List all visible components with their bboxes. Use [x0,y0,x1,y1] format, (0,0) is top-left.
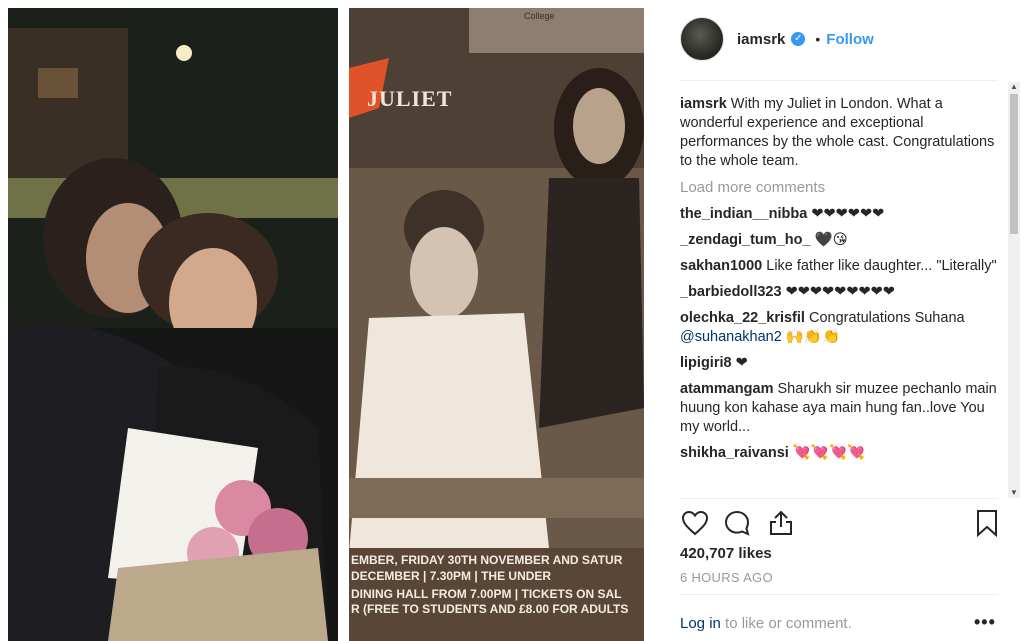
comments-list: iamsrk With my Juliet in London. What a … [680,95,1004,498]
caption-username[interactable]: iamsrk [680,96,727,112]
post-timestamp: 6 HOURS AGO [680,570,773,585]
comment-button[interactable] [722,508,752,538]
comment-username[interactable]: _barbiedoll323 [680,284,782,300]
list-item: olechka_22_krisfil Congratulations Suhan… [680,309,1004,347]
poster-line-2: DECEMBER | 7.30PM | THE UNDER [351,569,552,583]
comment-username[interactable]: atammangam [680,381,773,397]
list-item: lipigiri8 ❤ [680,354,1004,373]
comment-username[interactable]: lipigiri8 [680,355,732,371]
poster-brand: JULIET [367,86,453,111]
header-username[interactable]: iamsrk [737,31,785,48]
verified-icon: ✓ [791,32,806,46]
list-item: the_indian__nibba ❤❤❤❤❤❤ [680,205,1004,224]
bookmark-icon [977,510,997,537]
caption: iamsrk With my Juliet in London. What a … [680,95,1004,171]
comment-text: 🖤😘 [814,232,848,248]
post-photo[interactable]: JULIET College EMBER, FRIDAY 30TH NOVEMB… [0,0,660,641]
like-button[interactable] [680,508,710,538]
separator-dot: • [815,31,821,47]
photo-right-panel: JULIET College EMBER, FRIDAY 30TH NOVEMB… [349,8,644,641]
photo-left-panel [8,8,338,641]
poster-line-3: DINING HALL FROM 7.00PM | TICKETS ON SAL [351,587,622,601]
scroll-up-icon[interactable]: ▲ [1008,82,1020,92]
list-item: atammangam Sharukh sir muzee pechanlo ma… [680,380,1004,437]
comment-username[interactable]: shikha_raivansi [680,445,789,461]
poster-line-4: R (FREE TO STUDENTS AND £8.00 FOR ADULTS [351,602,629,616]
comments-scrollbar[interactable]: ▲ ▼ [1008,82,1020,498]
comment-text: 💘💘💘💘 [792,445,866,461]
login-link[interactable]: Log in [680,615,721,632]
comment-text: ❤ [735,355,748,371]
login-prompt-text: to like or comment. [720,615,852,632]
poster-line-1: EMBER, FRIDAY 30TH NOVEMBER AND SATUR [351,553,623,567]
caption-text: With my Juliet in London. What a wonderf… [680,96,995,169]
post-sidebar: iamsrk ✓ • Follow iamsrk With my Juliet … [660,0,1020,641]
more-icon[interactable]: ••• [974,612,996,633]
divider [680,498,998,499]
comment-mention-link[interactable]: @suhanakhan2 [680,329,782,345]
comment-text: Like father like daughter... "Literally" [766,258,997,274]
list-item: sakhan1000 Like father like daughter... … [680,257,1004,276]
scroll-down-icon[interactable]: ▼ [1008,488,1020,498]
list-item: _zendagi_tum_ho_ 🖤😘 [680,231,1004,250]
avatar[interactable] [680,17,724,61]
comment-text: ❤❤❤❤❤❤❤❤❤ [785,284,895,300]
comment-emoji: 🙌👏👏 [785,329,841,345]
follow-button[interactable]: Follow [826,31,874,48]
save-button[interactable] [972,508,1002,538]
comment-username[interactable]: _zendagi_tum_ho_ [680,232,811,248]
comment-text: Congratulations Suhana [808,310,965,326]
scrollbar-thumb[interactable] [1010,94,1018,234]
divider [680,80,998,81]
list-item: _barbiedoll323 ❤❤❤❤❤❤❤❤❤ [680,283,1004,302]
comment-username[interactable]: olechka_22_krisfil [680,310,805,326]
action-bar [680,508,1000,538]
photo-left-art [8,8,338,641]
login-prompt: Log in to like or comment. [680,615,852,632]
load-more-comments-button[interactable]: Load more comments [680,178,1004,197]
likes-count[interactable]: 420,707 likes [680,545,772,562]
comment-username[interactable]: the_indian__nibba [680,206,807,222]
comment-icon [724,510,750,536]
comment-text: ❤❤❤❤❤❤ [811,206,885,222]
list-item: shikha_raivansi 💘💘💘💘 [680,444,1004,463]
poster-sign: College [524,11,555,21]
heart-icon [681,510,709,536]
comment-username[interactable]: sakhan1000 [680,258,762,274]
divider [680,594,998,595]
share-button[interactable] [766,508,796,538]
share-icon [770,510,792,535]
post-header: iamsrk ✓ • Follow [680,14,1000,64]
